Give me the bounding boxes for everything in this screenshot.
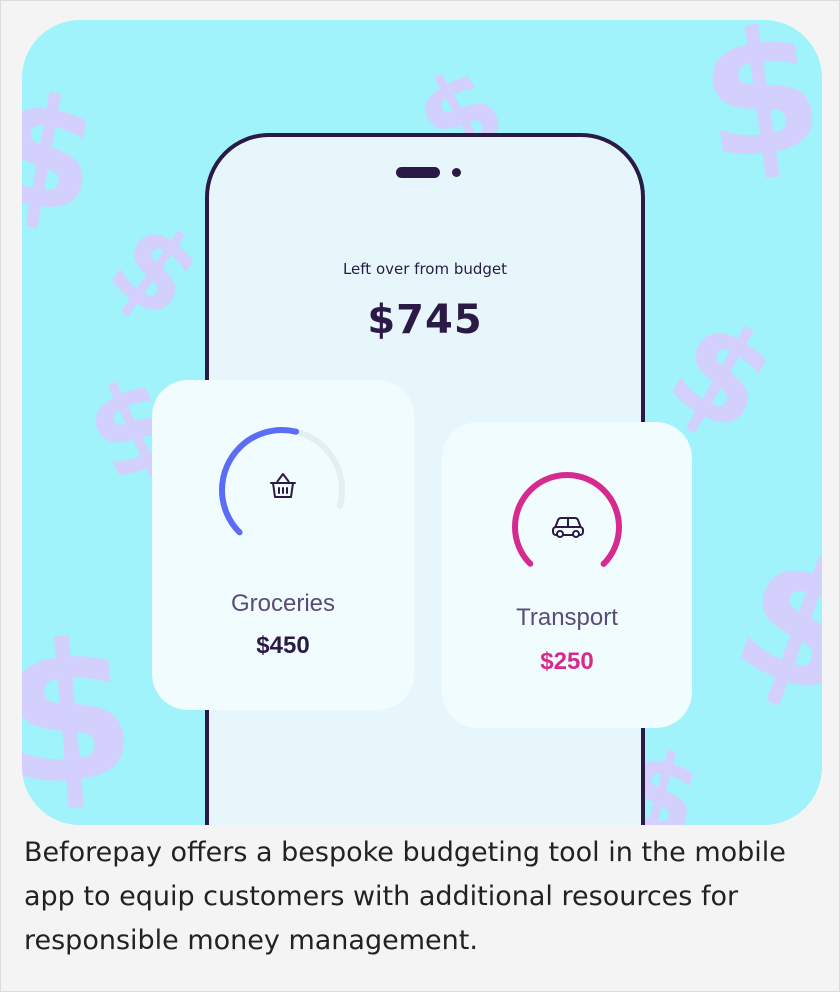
budget-label: Left over from budget (342, 260, 508, 278)
phone-camera (452, 168, 461, 177)
dollar-sign-decoration: $ (711, 511, 822, 739)
groceries-card[interactable]: Groceries $450 (152, 380, 414, 710)
image-caption: Beforepay offers a bespoke budgeting too… (24, 837, 786, 956)
transport-label: Transport (516, 604, 618, 631)
groceries-value: $450 (256, 632, 310, 659)
dollar-sign-decoration: $ (22, 598, 144, 825)
dollar-sign-decoration: $ (22, 60, 111, 250)
transport-card[interactable]: Transport $250 (442, 422, 692, 728)
figure-frame: $ $ $ $ $ $ $ $ $ Left over from budget … (0, 0, 840, 992)
hero-illustration: $ $ $ $ $ $ $ $ $ Left over from budget … (22, 20, 822, 825)
groceries-label: Groceries (230, 590, 336, 617)
dollar-sign-decoration: $ (87, 195, 224, 345)
basket-icon (270, 473, 296, 498)
transport-value: $250 (540, 648, 594, 675)
car-icon (552, 517, 584, 538)
phone-speaker (396, 167, 440, 178)
dollar-sign-decoration: $ (688, 20, 822, 202)
budget-amount: $745 (367, 297, 483, 343)
